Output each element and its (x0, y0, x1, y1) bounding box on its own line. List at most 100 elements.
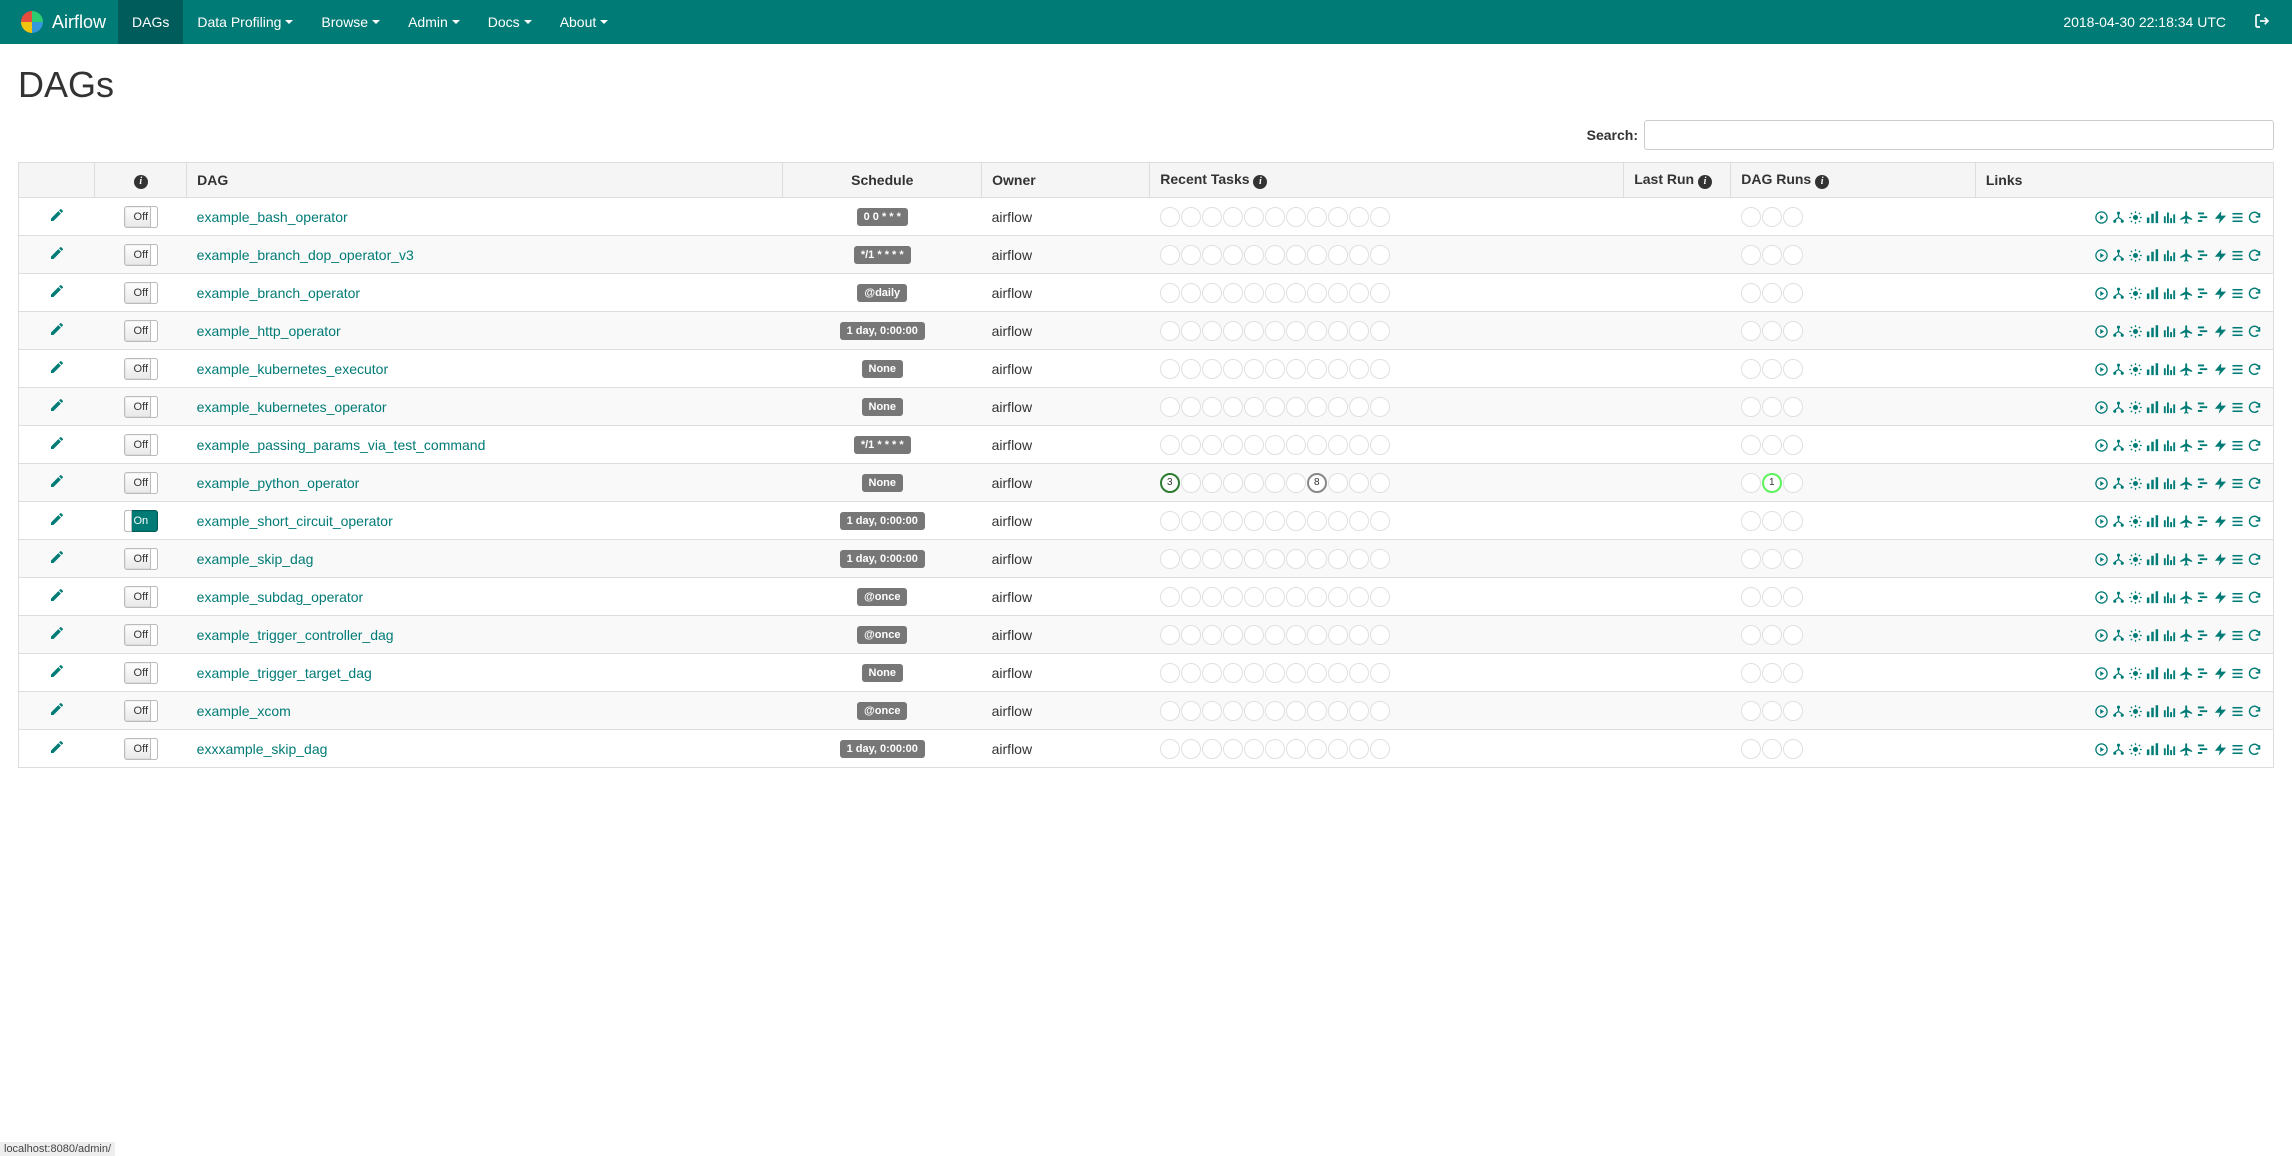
edit-dag-icon[interactable] (49, 359, 65, 378)
landing-times-icon[interactable] (2179, 324, 2194, 339)
status-circle[interactable] (1349, 283, 1369, 303)
status-circle[interactable] (1181, 663, 1201, 683)
status-circle[interactable] (1370, 435, 1390, 455)
graph-view-icon[interactable] (2128, 742, 2143, 757)
status-circle[interactable] (1181, 511, 1201, 531)
status-circle[interactable] (1223, 321, 1243, 341)
task-tries-icon[interactable] (2162, 742, 2177, 757)
code-icon[interactable] (2213, 704, 2228, 719)
tree-view-icon[interactable] (2111, 666, 2126, 681)
status-circle[interactable] (1181, 245, 1201, 265)
nav-item-data-profiling[interactable]: Data Profiling (183, 0, 307, 44)
status-circle[interactable] (1160, 549, 1180, 569)
code-icon[interactable] (2213, 628, 2228, 643)
trigger-dag-icon[interactable] (2094, 400, 2109, 415)
status-circle[interactable] (1265, 207, 1285, 227)
status-circle[interactable] (1160, 739, 1180, 759)
refresh-icon[interactable] (2247, 704, 2262, 719)
graph-view-icon[interactable] (2128, 400, 2143, 415)
edit-dag-icon[interactable] (49, 473, 65, 492)
status-circle[interactable] (1741, 283, 1761, 303)
status-circle[interactable] (1349, 359, 1369, 379)
task-duration-icon[interactable] (2145, 742, 2160, 757)
status-circle[interactable] (1307, 245, 1327, 265)
tree-view-icon[interactable] (2111, 742, 2126, 757)
status-circle[interactable] (1286, 473, 1306, 493)
logs-icon[interactable] (2230, 552, 2245, 567)
status-circle[interactable] (1181, 739, 1201, 759)
status-circle[interactable] (1328, 511, 1348, 531)
graph-view-icon[interactable] (2128, 552, 2143, 567)
status-circle[interactable] (1223, 701, 1243, 721)
status-circle[interactable] (1244, 587, 1264, 607)
th-owner[interactable]: Owner (982, 163, 1150, 198)
gantt-icon[interactable] (2196, 476, 2211, 491)
landing-times-icon[interactable] (2179, 362, 2194, 377)
status-circle[interactable] (1286, 549, 1306, 569)
status-circle[interactable] (1328, 473, 1348, 493)
status-circle[interactable] (1202, 245, 1222, 265)
status-circle[interactable] (1741, 511, 1761, 531)
status-circle[interactable] (1741, 701, 1761, 721)
status-circle[interactable] (1160, 207, 1180, 227)
refresh-icon[interactable] (2247, 514, 2262, 529)
gantt-icon[interactable] (2196, 704, 2211, 719)
status-circle[interactable] (1265, 701, 1285, 721)
nav-item-about[interactable]: About (546, 0, 623, 44)
edit-dag-icon[interactable] (49, 587, 65, 606)
tree-view-icon[interactable] (2111, 400, 2126, 415)
status-circle[interactable] (1160, 397, 1180, 417)
status-circle[interactable] (1328, 739, 1348, 759)
logs-icon[interactable] (2230, 476, 2245, 491)
task-tries-icon[interactable] (2162, 552, 2177, 567)
nav-item-browse[interactable]: Browse (307, 0, 394, 44)
task-duration-icon[interactable] (2145, 438, 2160, 453)
tree-view-icon[interactable] (2111, 476, 2126, 491)
task-duration-icon[interactable] (2145, 628, 2160, 643)
status-circle[interactable] (1328, 701, 1348, 721)
status-circle[interactable] (1328, 283, 1348, 303)
status-circle[interactable] (1265, 435, 1285, 455)
refresh-icon[interactable] (2247, 210, 2262, 225)
status-circle[interactable] (1202, 207, 1222, 227)
status-circle[interactable] (1244, 321, 1264, 341)
schedule-badge[interactable]: None (862, 398, 904, 416)
status-circle[interactable] (1223, 587, 1243, 607)
status-circle[interactable] (1265, 283, 1285, 303)
status-circle[interactable] (1328, 435, 1348, 455)
tree-view-icon[interactable] (2111, 362, 2126, 377)
status-circle[interactable] (1783, 549, 1803, 569)
nav-item-admin[interactable]: Admin (394, 0, 474, 44)
logs-icon[interactable] (2230, 590, 2245, 605)
gantt-icon[interactable] (2196, 210, 2211, 225)
dag-toggle[interactable]: Off (124, 472, 158, 494)
task-duration-icon[interactable] (2145, 590, 2160, 605)
dag-toggle[interactable]: Off (124, 624, 158, 646)
logs-icon[interactable] (2230, 666, 2245, 681)
status-circle[interactable] (1181, 435, 1201, 455)
task-tries-icon[interactable] (2162, 286, 2177, 301)
status-circle[interactable] (1783, 701, 1803, 721)
tree-view-icon[interactable] (2111, 552, 2126, 567)
landing-times-icon[interactable] (2179, 590, 2194, 605)
graph-view-icon[interactable] (2128, 628, 2143, 643)
dag-link[interactable]: example_short_circuit_operator (197, 513, 393, 529)
status-circle[interactable] (1741, 321, 1761, 341)
status-circle[interactable] (1741, 435, 1761, 455)
code-icon[interactable] (2213, 742, 2228, 757)
status-circle[interactable] (1202, 283, 1222, 303)
dag-link[interactable]: example_xcom (197, 703, 291, 719)
status-circle[interactable] (1160, 701, 1180, 721)
gantt-icon[interactable] (2196, 362, 2211, 377)
status-circle[interactable] (1762, 435, 1782, 455)
task-tries-icon[interactable] (2162, 400, 2177, 415)
status-circle[interactable] (1265, 625, 1285, 645)
task-tries-icon[interactable] (2162, 362, 2177, 377)
status-circle[interactable] (1265, 549, 1285, 569)
trigger-dag-icon[interactable] (2094, 514, 2109, 529)
task-tries-icon[interactable] (2162, 590, 2177, 605)
status-circle[interactable] (1762, 283, 1782, 303)
graph-view-icon[interactable] (2128, 438, 2143, 453)
trigger-dag-icon[interactable] (2094, 666, 2109, 681)
schedule-badge[interactable]: */1 * * * * (854, 246, 911, 264)
